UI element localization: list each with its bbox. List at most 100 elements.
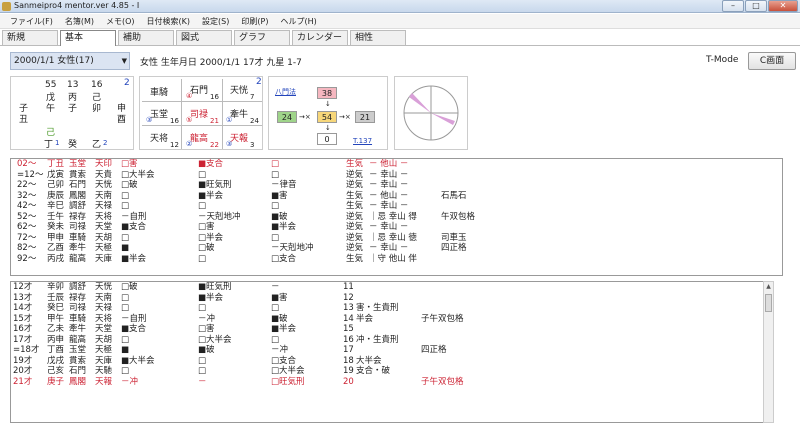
list-row[interactable]: 14才 癸巳 司禄 天禄 □ □ □ 13 害・生貴刑 [11,303,772,314]
tab-assist[interactable]: 補助 [118,30,174,45]
list-cell: 72～ [17,232,37,243]
c-screen-button[interactable]: C画面 [748,52,796,70]
chevron-down-icon: ▼ [121,57,127,65]
menu-roster[interactable]: 名簿(M) [59,14,100,28]
list-cell: □ [198,303,207,313]
list-row[interactable]: 82～ 乙酉 牽牛 天極 ■ □破 －天剋地冲 逆気 － 幸山 － 四正格 [11,243,782,254]
tab-new[interactable]: 新規 [2,30,58,45]
date-select[interactable]: 2000/1/1 女性(17) ▼ [10,52,130,70]
list-cell: 司禄 [69,303,87,313]
menu-file[interactable]: ファイル(F) [4,14,59,28]
list-cell: 己亥 [47,366,65,376]
tab-compat[interactable]: 相性 [350,30,406,45]
menu-help[interactable]: ヘルプ(H) [274,14,322,28]
list-row[interactable]: 12才 辛卯 調舒 天恍 □破 ■旺気刑 － 11 [11,282,772,293]
list-cell: 11 [343,282,354,292]
scroll-thumb[interactable] [765,294,772,312]
menu-memo[interactable]: メモ(O) [100,14,141,28]
list-cell: － 幸山 － [369,169,409,180]
list-cell: □ [121,201,130,211]
tab-graph[interactable]: グラフ [234,30,290,45]
list-row[interactable]: =18才 丁酉 玉堂 天極 ■ ■破 －冲 17 四正格 [11,345,772,356]
list-row[interactable]: 13才 壬辰 禄存 天南 □ ■半会 ■害 12 [11,293,772,304]
list-cell: － 幸山 － [369,201,409,211]
list-cell: 司車玉 [441,232,467,243]
list-cell: 52～ [17,211,37,222]
tmode-label: T-Mode [706,55,739,65]
tab-calendar[interactable]: カレンダー [292,30,348,45]
list-cell: －冲 [121,376,139,387]
list-row[interactable]: =12～ 戊寅 貫索 天貴 □大半会 □ □ 逆気 － 幸山 － [11,170,782,181]
list-row[interactable]: 02～ 丁丑 玉堂 天印 □害 ■支合 □ 生気 － 他山 － [11,159,782,170]
list-cell: □ [271,169,280,180]
list-cell: －冲 [198,313,216,324]
list-cell: □ [121,334,130,345]
list-cell: □ [271,201,280,211]
list-row[interactable]: 72～ 甲申 車騎 天胡 □ □半会 □ 逆気 ｜忌 幸山 徳 司車玉 [11,233,782,244]
list-cell: 天堂 [95,324,113,334]
list-cell: － 幸山 － [369,243,409,253]
list-cell: 天庫 [95,355,113,366]
list-row[interactable]: 20才 己亥 石門 天馳 □ □ □大半会 19 支合・破 [11,366,772,377]
nenun-list[interactable]: 12才 辛卯 調舒 天恍 □破 ■旺気刑－ 11 13才 壬辰 禄存 天南 □ ■半会 ■害 12 14才 癸巳… [10,281,773,423]
list-cell: 司禄 [69,222,87,232]
list-cell: □ [198,201,207,211]
list-cell: 16才 [13,324,33,334]
list-cell: 壬辰 [47,292,65,303]
list-row[interactable]: 15才 甲午 車騎 天将 －自刑 －冲 ■破 14 半会 子午双包格 [11,314,772,325]
menu-date-search[interactable]: 日付検索(K) [141,14,197,28]
list-cell: 天庫 [95,253,113,264]
list-cell: －自刑 [121,211,147,222]
list-row[interactable]: 42～ 辛巳 調舒 天禄 □ □ □ 生気 － 幸山 － [11,201,782,212]
menu-print[interactable]: 印刷(P) [235,14,274,28]
jintai-cell: 石門 [190,86,209,96]
list-cell: 逆気 [346,232,364,243]
list-cell: 牽牛 [69,324,87,334]
minimize-button[interactable]: – [722,0,744,12]
list-cell: 石門 [69,366,87,376]
list-cell: 19 [343,366,354,376]
maximize-button[interactable]: □ [745,0,767,12]
panel-marker: 2 [124,78,130,88]
list-cell: 天胡 [95,334,113,345]
list-row[interactable]: 19才 戊戌 貫索 天庫 ■大半会 □ □支合 18 大半会 [11,356,772,367]
scroll-up-icon[interactable]: ▲ [764,282,773,292]
list-row[interactable]: 92～ 丙戌 龍高 天庫 ■半会 □ □支合 生気 ｜守 他山 伴 [11,254,782,265]
list-cell: － 他山 － [369,159,409,169]
arrow-right-icon: →× [339,113,351,121]
list-cell: 調舒 [69,201,87,211]
list-cell: 62～ [17,222,37,232]
list-cell: ■支合 [198,159,224,169]
list-row[interactable]: 17才 丙申 龍高 天胡 □ □大半会 □ 16 冲・生貴刑 [11,335,772,346]
list-cell: 天極 [95,345,113,355]
jintai-cell: 天将 [150,134,169,144]
list-cell: □ [121,303,130,313]
list-cell: 天胡 [95,232,113,243]
list-cell: －律音 [271,180,297,190]
list-cell: －天剋地冲 [271,243,314,253]
list-cell: 丙戌 [47,253,65,264]
list-row[interactable]: 32～ 庚辰 鳳閣 天南 □ ■半会 ■害 生気 － 他山 － 石馬石 [11,191,782,202]
list-cell: □ [121,292,130,303]
scrollbar[interactable]: ▲ [763,281,774,423]
close-button[interactable]: ✕ [768,0,798,12]
title-bar: Sanmeipro4 mentor.ver 4.85 - I – □ ✕ [0,0,800,13]
list-cell: 生気 [346,201,364,211]
list-row[interactable]: 52～ 壬午 禄存 天将 －自刑 －天剋地冲 ■破 逆気 ｜忌 幸山 得 午双包格 [11,212,782,223]
list-row[interactable]: 22～ 己卯 石門 天恍 □破 ■旺気刑 －律音 逆気 － 幸山 － [11,180,782,191]
hachimon-label: 八門法 [275,88,296,96]
list-row[interactable]: 62～ 癸未 司禄 天堂 ■支合 □害 ■半会 逆気 － 幸山 － [11,222,782,233]
list-cell: ■ [121,345,130,355]
tab-basic[interactable]: 基本 [60,30,116,46]
list-cell: □支合 [271,355,297,366]
list-cell: 20才 [13,366,33,376]
list-row[interactable]: 16才 乙未 牽牛 天堂 ■支合 □害 ■半会 15 [11,324,772,335]
menu-settings[interactable]: 設定(S) [196,14,235,28]
list-cell: ■破 [271,211,288,222]
list-cell: 14 [343,313,354,324]
daiun-list[interactable]: 02～ 丁丑 玉堂 天印 □害 ■支合 □ 生気－ 他山 － =12～ 戊寅 貫索 天貴 □大半会 □ □ 逆… [10,158,783,276]
list-cell: 鳳閣 [69,190,87,201]
tab-diagram[interactable]: 図式 [176,30,232,45]
list-cell: 癸巳 [47,303,65,313]
list-row[interactable]: 21才 庚子 鳳閣 天報 －冲 － □旺気刑 20 子午双包格 [11,377,772,388]
